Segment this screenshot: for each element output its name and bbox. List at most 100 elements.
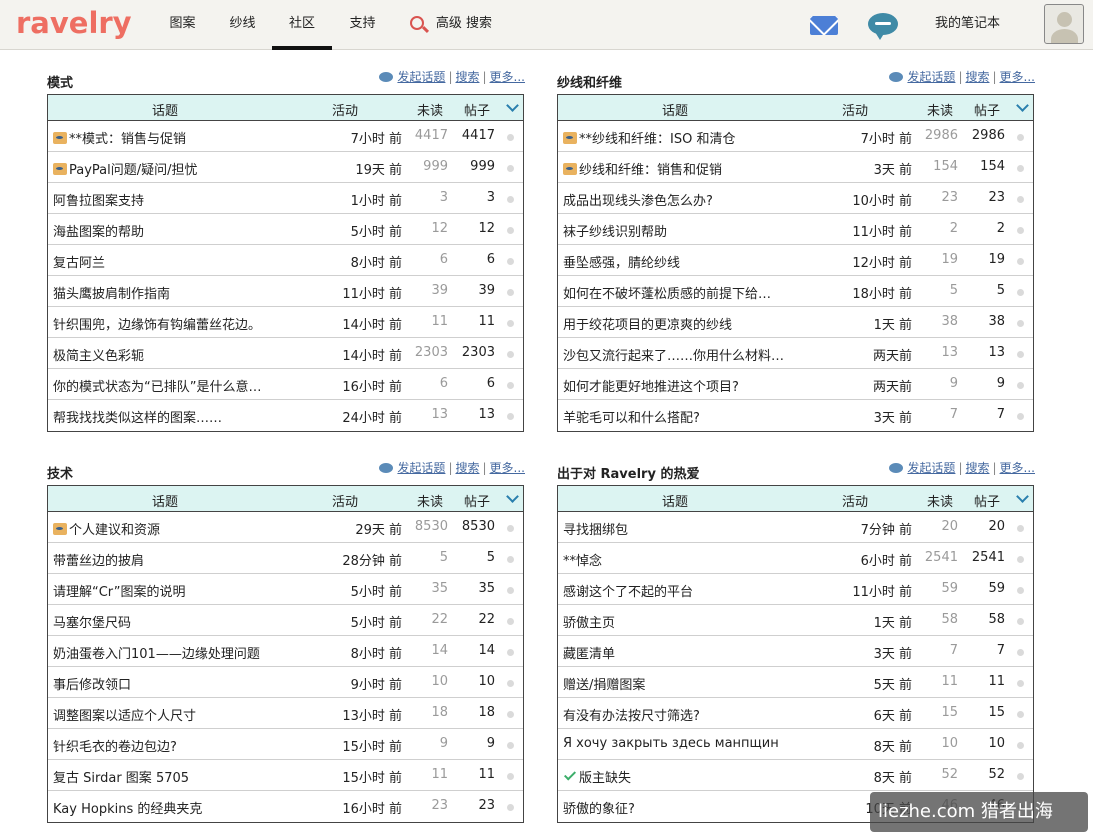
table-row[interactable]: 阿鲁拉图案支持 1小时 前 3 3 [48, 183, 523, 214]
table-row[interactable]: 袜子纱线识别帮助 11小时 前 2 2 [558, 214, 1033, 245]
chevron-down-icon[interactable] [1016, 490, 1029, 503]
table-row[interactable]: 如何在不破坏蓬松质感的前提下给… 18小时 前 5 5 [558, 276, 1033, 307]
topic-title[interactable]: 版主缺失 [579, 771, 631, 786]
more-link[interactable]: 更多... [1000, 461, 1035, 475]
topic-cell[interactable]: 袜子纱线识别帮助 [563, 221, 667, 240]
section-title[interactable]: 技术 [47, 463, 73, 482]
topic-title[interactable]: 复古 Sirdar 图案 5705 [53, 771, 189, 786]
table-row[interactable]: 赠送/捐赠图案 5天 前 11 11 [558, 667, 1033, 698]
topic-title[interactable]: 如何在不破坏蓬松质感的前提下给… [563, 287, 771, 302]
col-topic[interactable]: 话题 [152, 491, 178, 510]
topic-cell[interactable]: 个人建议和资源 [53, 519, 160, 538]
table-row[interactable]: 猫头鹰披肩制作指南 11小时 前 39 39 [48, 276, 523, 307]
topic-cell[interactable]: 你的模式状态为“已排队”是什么意… [53, 376, 261, 395]
topic-title[interactable]: 寻找捆绑包 [563, 523, 628, 538]
table-row[interactable]: Я хочу закрыть здесь манпщин 8天 前 10 10 [558, 729, 1033, 760]
topic-cell[interactable]: 针织围兜，边缘饰有钩编蕾丝花边。 [53, 314, 261, 333]
nav-community[interactable]: 社区 [272, 0, 332, 50]
col-activity[interactable]: 活动 [332, 491, 358, 510]
topic-title[interactable]: 沙包又流行起来了……你用什么材料… [563, 349, 784, 364]
topic-cell[interactable]: 羊驼毛可以和什么搭配? [563, 407, 700, 426]
topic-title[interactable]: 袜子纱线识别帮助 [563, 225, 667, 240]
topic-cell[interactable]: **模式：销售与促销 [53, 128, 186, 147]
topic-cell[interactable]: **悼念 [563, 550, 602, 569]
search-link[interactable]: 搜索 [965, 70, 989, 84]
topic-cell[interactable]: 马塞尔堡尺码 [53, 612, 131, 631]
table-row[interactable]: **纱线和纤维：ISO 和清仓 7小时 前 2986 2986 [558, 121, 1033, 152]
topic-title[interactable]: 针织围兜，边缘饰有钩编蕾丝花边。 [53, 318, 261, 333]
topic-cell[interactable]: 藏匿清单 [563, 643, 615, 662]
table-row[interactable]: 个人建议和资源 29天 前 8530 8530 [48, 512, 523, 543]
topic-title[interactable]: 带蕾丝边的披肩 [53, 554, 144, 569]
topic-title[interactable]: **模式：销售与促销 [69, 132, 186, 147]
topic-cell[interactable]: 事后修改领口 [53, 674, 131, 693]
chevron-down-icon[interactable] [506, 99, 519, 112]
topic-title[interactable]: 垂坠感强，腈纶纱线 [563, 256, 680, 271]
start-topic-link[interactable]: 发起话题 [397, 70, 445, 84]
col-unread[interactable]: 未读 [927, 491, 953, 510]
col-unread[interactable]: 未读 [927, 100, 953, 119]
topic-title[interactable]: 请理解“Cr”图案的说明 [53, 585, 185, 600]
topic-cell[interactable]: 极简主义色彩轭 [53, 345, 144, 364]
advanced-search-link[interactable]: 高级 搜索 [432, 0, 496, 50]
col-posts[interactable]: 帖子 [464, 100, 490, 119]
topic-cell[interactable]: PayPal问题/疑问/担忧 [53, 159, 198, 178]
col-activity[interactable]: 活动 [842, 100, 868, 119]
topic-title[interactable]: 用于绞花项目的更凉爽的纱线 [563, 318, 732, 333]
topic-title[interactable]: **悼念 [563, 554, 602, 569]
chevron-down-icon[interactable] [506, 490, 519, 503]
col-posts[interactable]: 帖子 [464, 491, 490, 510]
search-link[interactable]: 搜索 [455, 70, 479, 84]
table-row[interactable]: 奶油蛋卷入门101——边缘处理问题 8小时 前 14 14 [48, 636, 523, 667]
topic-title[interactable]: 海盐图案的帮助 [53, 225, 144, 240]
topic-title[interactable]: 赠送/捐赠图案 [563, 678, 645, 693]
table-row[interactable]: 寻找捆绑包 7分钟 前 20 20 [558, 512, 1033, 543]
topic-cell[interactable]: 海盐图案的帮助 [53, 221, 144, 240]
topic-cell[interactable]: 阿鲁拉图案支持 [53, 190, 144, 209]
topic-cell[interactable]: 寻找捆绑包 [563, 519, 628, 538]
topic-title[interactable]: 藏匿清单 [563, 647, 615, 662]
topic-title[interactable]: 如何才能更好地推进这个项目? [563, 380, 739, 395]
mail-icon[interactable] [810, 16, 838, 35]
topic-cell[interactable]: 成品出现线头渗色怎么办? [563, 190, 713, 209]
topic-cell[interactable]: 如何在不破坏蓬松质感的前提下给… [563, 283, 771, 302]
topic-title[interactable]: **纱线和纤维：ISO 和清仓 [579, 132, 735, 147]
table-row[interactable]: 羊驼毛可以和什么搭配? 3天 前 7 7 [558, 400, 1033, 431]
topic-cell[interactable]: 带蕾丝边的披肩 [53, 550, 144, 569]
topic-cell[interactable]: 有没有办法按尺寸筛选? [563, 705, 700, 724]
start-topic-link[interactable]: 发起话题 [397, 461, 445, 475]
topic-title[interactable]: 猫头鹰披肩制作指南 [53, 287, 170, 302]
topic-cell[interactable]: 骄傲的象征? [563, 798, 635, 817]
topic-cell[interactable]: 针织毛衣的卷边包边? [53, 736, 177, 755]
topic-title[interactable]: 你的模式状态为“已排队”是什么意… [53, 380, 261, 395]
more-link[interactable]: 更多... [1000, 70, 1035, 84]
col-topic[interactable]: 话题 [662, 491, 688, 510]
ravelry-logo[interactable]: ravelry [16, 6, 132, 40]
table-row[interactable]: 版主缺失 8天 前 52 52 [558, 760, 1033, 791]
table-row[interactable]: 海盐图案的帮助 5小时 前 12 12 [48, 214, 523, 245]
avatar[interactable] [1044, 4, 1084, 44]
start-topic-link[interactable]: 发起话题 [907, 461, 955, 475]
topic-title[interactable]: 个人建议和资源 [69, 523, 160, 538]
topic-title[interactable]: 骄傲主页 [563, 616, 615, 631]
table-row[interactable]: 如何才能更好地推进这个项目? 两天前 9 9 [558, 369, 1033, 400]
table-row[interactable]: Kay Hopkins 的经典夹克 16小时 前 23 23 [48, 791, 523, 822]
topic-cell[interactable]: 感谢这个了不起的平台 [563, 581, 693, 600]
table-row[interactable]: 骄傲主页 1天 前 58 58 [558, 605, 1033, 636]
table-row[interactable]: PayPal问题/疑问/担忧 19天 前 999 999 [48, 152, 523, 183]
topic-cell[interactable]: 垂坠感强，腈纶纱线 [563, 252, 680, 271]
table-row[interactable]: 垂坠感强，腈纶纱线 12小时 前 19 19 [558, 245, 1033, 276]
col-activity[interactable]: 活动 [332, 100, 358, 119]
col-posts[interactable]: 帖子 [974, 491, 1000, 510]
topic-cell[interactable]: **纱线和纤维：ISO 和清仓 [563, 128, 735, 147]
col-unread[interactable]: 未读 [417, 491, 443, 510]
topic-cell[interactable]: 赠送/捐赠图案 [563, 674, 645, 693]
topic-title[interactable]: 纱线和纤维：销售和促销 [579, 163, 722, 178]
topic-cell[interactable]: 骄傲主页 [563, 612, 615, 631]
topic-title[interactable]: PayPal问题/疑问/担忧 [69, 163, 198, 178]
topic-title[interactable]: 事后修改领口 [53, 678, 131, 693]
topic-title[interactable]: 马塞尔堡尺码 [53, 616, 131, 631]
col-activity[interactable]: 活动 [842, 491, 868, 510]
topic-title[interactable]: 针织毛衣的卷边包边? [53, 740, 177, 755]
topic-cell[interactable]: 版主缺失 [563, 767, 631, 786]
